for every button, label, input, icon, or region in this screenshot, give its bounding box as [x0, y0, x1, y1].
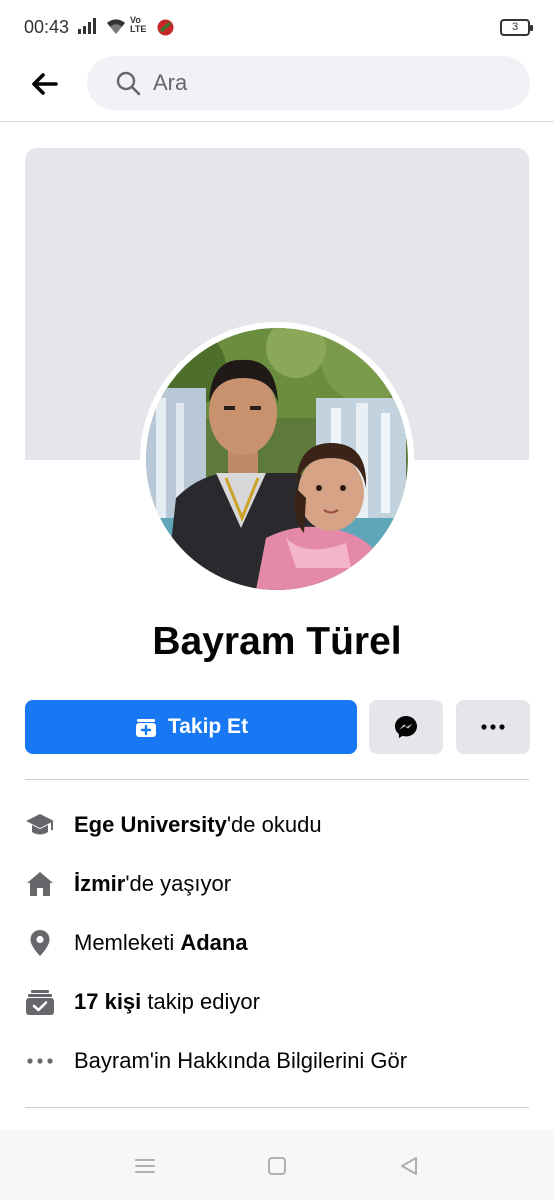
more-horizontal-icon: [25, 1046, 55, 1076]
menu-icon[interactable]: [133, 1154, 157, 1178]
battery-indicator: 3: [500, 19, 533, 36]
status-bar: 00:43 Vo LTE 3: [0, 0, 554, 56]
back-button[interactable]: [22, 66, 66, 102]
home-icon: [25, 869, 55, 899]
info-education-text: Ege University'de okudu: [74, 812, 322, 838]
info-education[interactable]: Ege University'de okudu: [25, 805, 529, 845]
volte-indicator: Vo LTE: [130, 16, 146, 34]
followers-suffix: takip ediyor: [141, 989, 260, 1014]
top-bar: [0, 56, 554, 122]
info-lives-text: İzmir'de yaşıyor: [74, 871, 231, 897]
info-lives[interactable]: İzmir'de yaşıyor: [25, 864, 529, 904]
hometown-prefix: Memleketi: [74, 930, 181, 955]
search-icon: [116, 71, 141, 96]
divider: [25, 779, 529, 780]
follow-add-icon: [135, 719, 156, 737]
follow-button[interactable]: Takip Et: [25, 700, 357, 754]
search-input[interactable]: [153, 56, 513, 110]
divider: [25, 1107, 529, 1108]
info-hometown-text: Memleketi Adana: [74, 930, 248, 956]
info-hometown[interactable]: Memleketi Adana: [25, 923, 529, 963]
notification-app-icon: [157, 19, 174, 36]
more-horizontal-icon: [481, 724, 505, 730]
messenger-button[interactable]: [369, 700, 443, 754]
location-pin-icon: [25, 928, 55, 958]
current-city[interactable]: İzmir: [74, 871, 125, 896]
graduation-cap-icon: [25, 810, 55, 840]
messenger-icon: [395, 716, 417, 738]
more-options-button[interactable]: [456, 700, 530, 754]
see-about-info-label: Bayram'in Hakkında Bilgilerini Gör: [74, 1048, 408, 1073]
back-triangle-icon[interactable]: [397, 1154, 421, 1178]
status-time: 00:43: [24, 17, 70, 37]
system-navigation-bar: [0, 1130, 554, 1200]
wifi-icon: [107, 19, 125, 34]
profile-photo-image: [146, 328, 408, 590]
follow-button-label: Takip Et: [167, 715, 249, 738]
signal-icon: [78, 18, 96, 34]
search-box[interactable]: [87, 56, 530, 110]
volte-bottom: LTE: [130, 24, 147, 34]
school-name[interactable]: Ege University: [74, 812, 227, 837]
see-about-info[interactable]: Bayram'in Hakkında Bilgilerini Gör: [25, 1041, 529, 1081]
arrow-left-icon: [32, 73, 58, 95]
education-suffix: 'de okudu: [226, 812, 322, 837]
followers-icon: [25, 987, 55, 1017]
profile-picture[interactable]: [140, 322, 414, 596]
home-square-icon[interactable]: [265, 1154, 289, 1178]
info-followers-text: 17 kişi takip ediyor: [74, 989, 260, 1015]
profile-name: Bayram Türel: [152, 620, 402, 663]
info-followers[interactable]: 17 kişi takip ediyor: [25, 982, 529, 1022]
followers-count[interactable]: 17 kişi: [74, 989, 141, 1014]
lives-suffix: 'de yaşıyor: [125, 871, 232, 896]
hometown-city[interactable]: Adana: [180, 930, 247, 955]
